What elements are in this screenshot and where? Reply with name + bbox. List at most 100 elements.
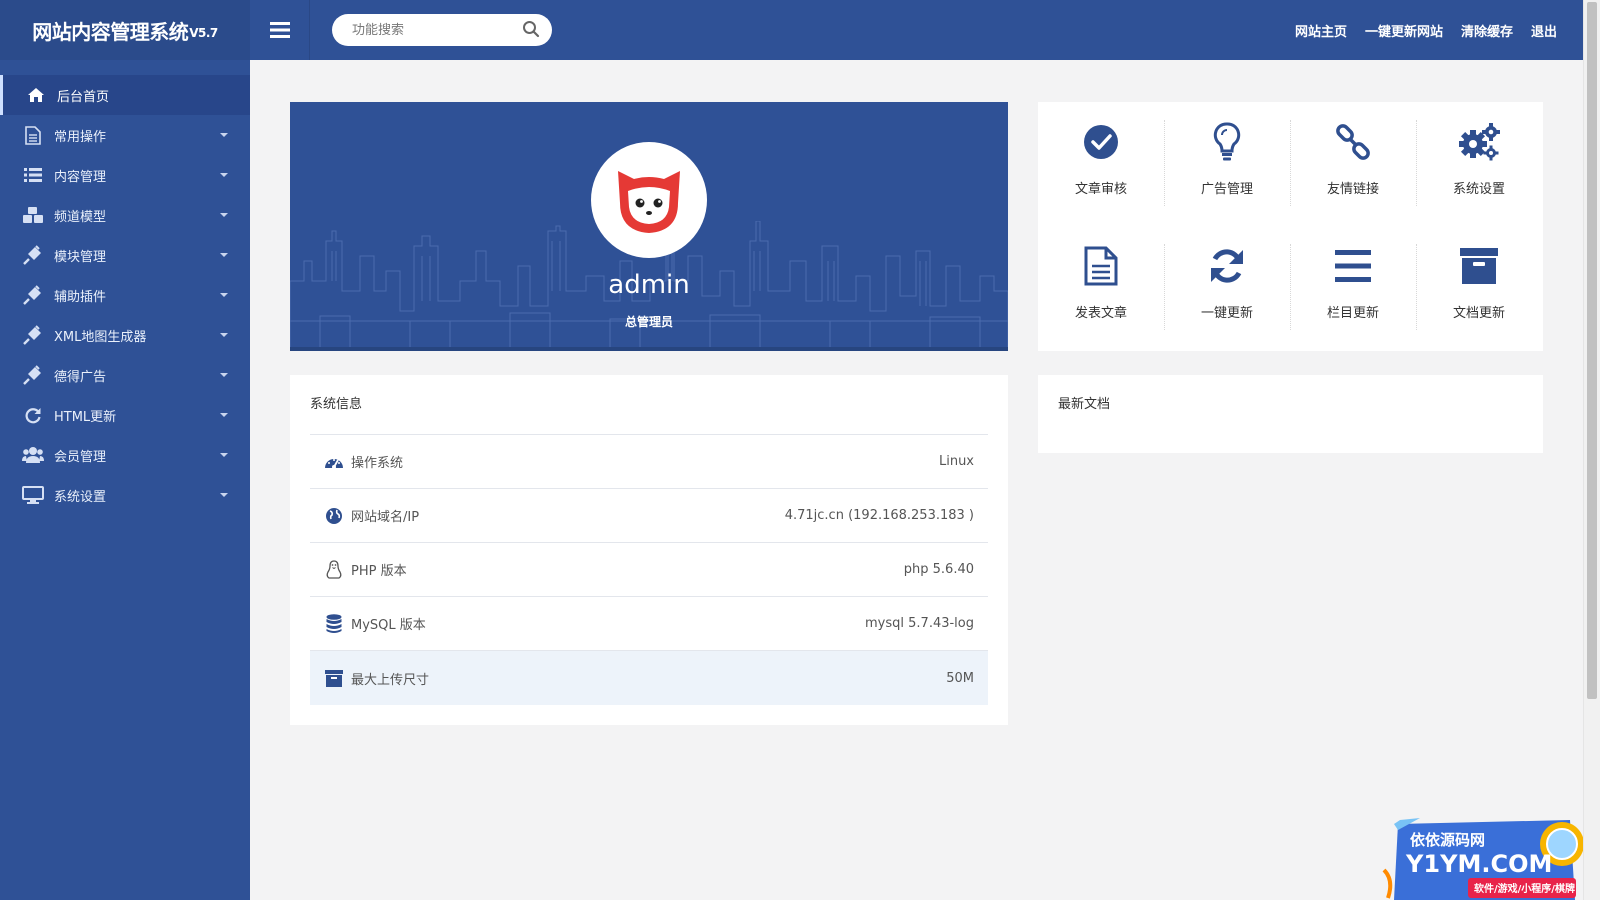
search-icon[interactable] [522,20,540,38]
system-info-table: 操作系统 Linux 网站域名/IP 4.71jc.cn (192.168.25… [310,434,988,705]
quick-ad-management[interactable]: 广告管理 [1164,102,1290,226]
quick-label: 广告管理 [1200,182,1253,197]
latest-docs-card: 最新文档 [1038,375,1543,453]
sidebar-item-label: 内容管理 [54,169,107,185]
divider [1164,120,1165,206]
linux-icon [324,559,344,580]
sidebar-item-label: 频道模型 [54,209,107,225]
avatar[interactable] [591,142,707,258]
search-input[interactable] [332,14,502,46]
brand-version: V5.7 [189,26,218,40]
sidebar-item-modules[interactable]: 模块管理 [0,235,250,275]
row-label: 最大上传尺寸 [351,672,430,688]
watermark-line2: Y1YM.COM [1405,850,1552,878]
sidebar-item-label: 常用操作 [54,129,107,145]
sidebar-item-label: 辅助插件 [54,289,107,305]
divider [1290,244,1291,330]
quick-one-click-update[interactable]: 一键更新 [1164,226,1290,350]
caret-down-icon [220,253,228,257]
table-row: 操作系统 Linux [310,435,988,489]
sidebar-item-label: HTML更新 [54,409,117,425]
divider [1164,244,1165,330]
list-icon [22,165,44,185]
row-value: php 5.6.40 [903,562,974,577]
sidebar-item-channel-model[interactable]: 频道模型 [0,195,250,235]
caret-down-icon [220,373,228,377]
plug-icon [22,285,44,305]
sidebar-item-members[interactable]: 会员管理 [0,435,250,475]
sidebar: 后台首页 常用操作 内容管理 频道模型 模块管理 辅助插件 XML地图生成器 德… [0,60,250,900]
caret-down-icon [220,493,228,497]
caret-down-icon [220,293,228,297]
quick-label: 一键更新 [1200,306,1253,321]
caret-down-icon [220,333,228,337]
clear-cache-link[interactable]: 清除缓存 [1461,21,1513,40]
quick-column-update[interactable]: 栏目更新 [1290,226,1416,350]
quick-label: 友情链接 [1326,182,1379,197]
quick-label: 栏目更新 [1326,306,1379,321]
row-value: mysql 5.7.43-log [865,616,974,631]
row-label: MySQL 版本 [351,618,426,633]
quick-friend-links[interactable]: 友情链接 [1290,102,1416,226]
document-icon [1077,242,1125,290]
sidebar-item-html-update[interactable]: HTML更新 [0,395,250,435]
bars-icon [1329,242,1377,290]
lightbulb-icon [1203,118,1251,166]
top-links: 网站主页 一键更新网站 清除缓存 退出 [1295,0,1557,60]
plug-icon [22,245,44,265]
sidebar-item-xml-sitemap[interactable]: XML地图生成器 [0,315,250,355]
table-row: PHP 版本 php 5.6.40 [310,543,988,597]
sidebar-item-label: XML地图生成器 [54,329,147,345]
sidebar-item-label: 会员管理 [54,449,107,465]
divider [1416,244,1417,330]
quick-publish-article[interactable]: 发表文章 [1038,226,1164,350]
gears-icon [1455,118,1503,166]
admin-role: 总管理员 [624,315,673,329]
update-site-link[interactable]: 一键更新网站 [1365,21,1443,40]
globe-icon [324,506,344,526]
row-label: 操作系统 [351,456,404,471]
sidebar-item-plugins[interactable]: 辅助插件 [0,275,250,315]
admin-username: admin [608,270,690,300]
row-value: Linux [938,454,974,469]
sidebar-item-dashboard[interactable]: 后台首页 [0,75,250,115]
table-row: 最大上传尺寸 50M [310,651,988,705]
dashboard-icon [324,452,344,472]
row-value: 4.71jc.cn (192.168.253.183 ) [784,508,974,523]
quick-label: 系统设置 [1452,182,1505,197]
file-icon [22,125,44,145]
watermark-logo: 依依源码网 Y1YM.COM 软件/游戏/小程序/棋牌 [1382,818,1583,900]
refresh-icon [1203,242,1251,290]
archive-icon [1455,242,1503,290]
caret-down-icon [220,173,228,177]
scrollbar-thumb[interactable] [1587,2,1597,699]
home-site-link[interactable]: 网站主页 [1295,21,1347,40]
logout-link[interactable]: 退出 [1531,21,1557,40]
divider [1416,120,1417,206]
cubes-icon [22,205,44,225]
quick-label: 文档更新 [1452,306,1505,321]
scrollbar[interactable] [1583,0,1600,900]
watermark-line1: 依依源码网 [1410,831,1485,849]
sidebar-item-common-ops[interactable]: 常用操作 [0,115,250,155]
users-icon [22,445,44,465]
sidebar-item-ads[interactable]: 德得广告 [0,355,250,395]
sidebar-item-label: 后台首页 [57,89,110,105]
menu-toggle-button[interactable] [250,0,310,60]
quick-article-review[interactable]: 文章审核 [1038,102,1164,226]
link-icon [1329,118,1377,166]
plug-icon [22,325,44,345]
sidebar-item-content[interactable]: 内容管理 [0,155,250,195]
database-icon [324,613,344,634]
sidebar-item-settings[interactable]: 系统设置 [0,475,250,515]
caret-down-icon [220,213,228,217]
row-label: PHP 版本 [351,564,407,579]
plug-icon [22,365,44,385]
divider [1290,120,1291,206]
system-info-title: 系统信息 [310,397,363,412]
brand-logo[interactable]: 网站内容管理系统 V5.7 [0,0,250,60]
sidebar-item-label: 模块管理 [54,249,107,265]
hamburger-icon [269,22,290,38]
quick-document-update[interactable]: 文档更新 [1416,226,1542,350]
quick-system-settings[interactable]: 系统设置 [1416,102,1542,226]
